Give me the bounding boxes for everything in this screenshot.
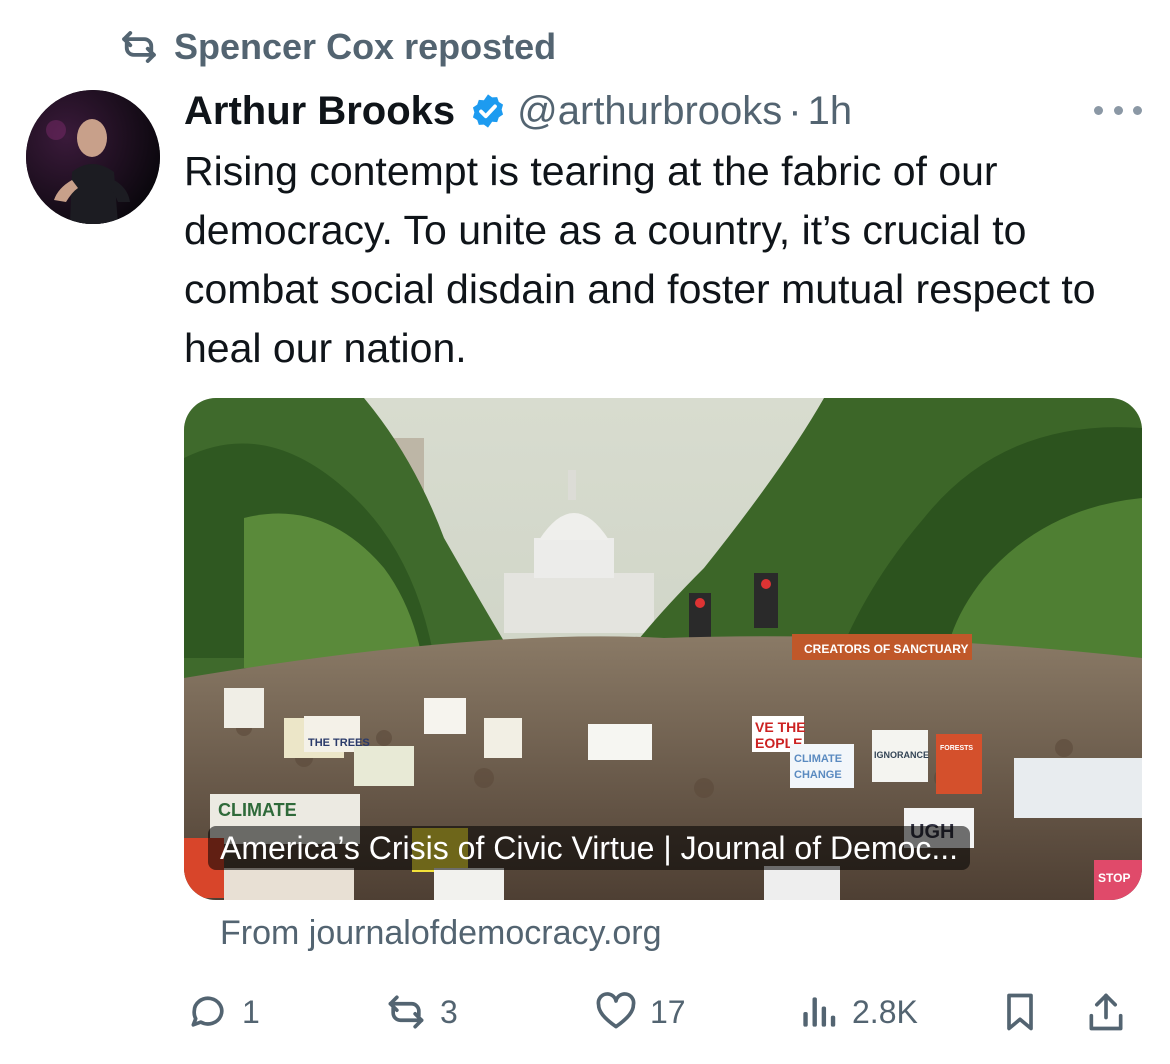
repost-icon <box>388 995 424 1029</box>
tweet-actions: 1 3 17 2.8K <box>184 984 1144 1040</box>
sign-text: CLIMATE <box>218 800 297 820</box>
verified-badge-icon <box>473 94 504 128</box>
like-count: 17 <box>650 993 686 1030</box>
views-count: 2.8K <box>852 993 918 1030</box>
repost-count: 3 <box>440 993 458 1030</box>
tweet-timestamp[interactable]: 1h <box>808 89 853 134</box>
sign-text: STOP <box>1098 871 1130 885</box>
like-button[interactable]: 17 <box>594 984 686 1040</box>
repost-button[interactable]: 3 <box>384 984 458 1040</box>
sign-text: CLIMATE <box>794 753 842 765</box>
repost-indicator[interactable]: Spencer Cox reposted <box>118 26 556 68</box>
more-dot-icon <box>1133 105 1142 115</box>
tweet-header: Arthur Brooks @arthurbrooks · 1h <box>184 82 852 140</box>
link-card[interactable]: CREATORS OF SANCTUARY THE TREES VE THE E… <box>184 398 1142 900</box>
avatar-photo <box>26 90 160 224</box>
more-dot-icon <box>1094 105 1103 115</box>
reply-count: 1 <box>242 993 260 1030</box>
sign-text: VE THE <box>755 719 806 735</box>
sign-text: IGNORANCE <box>874 750 929 760</box>
link-card-title: America’s Crisis of Civic Virtue | Journ… <box>208 826 971 870</box>
link-card-image: CREATORS OF SANCTUARY THE TREES VE THE E… <box>184 398 1142 900</box>
bookmark-icon <box>1007 993 1033 1031</box>
repost-label: Spencer Cox reposted <box>174 26 557 67</box>
banner-sign: CREATORS OF SANCTUARY <box>804 642 968 656</box>
link-card-source[interactable]: From journalofdemocracy.org <box>220 914 662 953</box>
views-chart-icon <box>803 997 836 1027</box>
more-options-button[interactable] <box>1094 92 1142 128</box>
tweet-text: Rising contempt is tearing at the fabric… <box>184 148 1096 371</box>
repost-icon <box>122 31 156 63</box>
heart-icon <box>596 992 636 1029</box>
share-icon <box>1089 993 1123 1031</box>
author-handle[interactable]: @arthurbrooks <box>517 89 782 134</box>
more-dot-icon <box>1113 105 1123 115</box>
reply-button[interactable]: 1 <box>186 984 260 1040</box>
share-button[interactable] <box>1084 984 1128 1040</box>
sign-text: CHANGE <box>794 769 842 781</box>
header-separator: · <box>788 88 802 133</box>
bookmark-button[interactable] <box>998 984 1042 1040</box>
avatar[interactable] <box>26 90 160 224</box>
reply-icon <box>191 996 224 1027</box>
views-button[interactable]: 2.8K <box>796 984 918 1040</box>
author-name[interactable]: Arthur Brooks <box>184 89 455 134</box>
sign-text: FORESTS <box>940 745 973 752</box>
